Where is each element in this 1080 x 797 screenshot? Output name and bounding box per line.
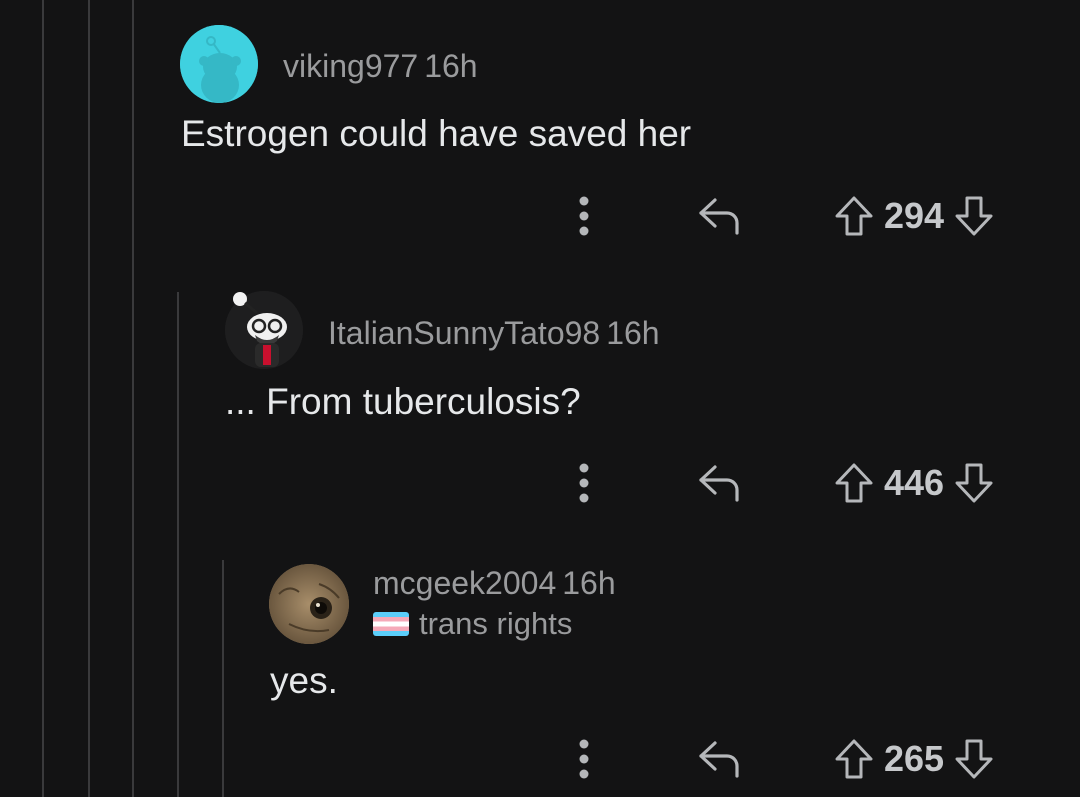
thread-line-5: [222, 560, 224, 797]
comment-body: Estrogen could have saved her: [181, 113, 692, 154]
reply-button[interactable]: [697, 196, 743, 236]
thread-line-4: [177, 292, 179, 797]
user-flair: trans rights: [373, 608, 572, 639]
downvote-arrow-icon[interactable]: [954, 462, 994, 504]
comment-time: 16h: [562, 565, 616, 601]
comment-body: yes.: [270, 660, 338, 701]
vote-controls: 265: [834, 738, 994, 780]
reply-icon: [699, 465, 739, 502]
author-name[interactable]: ItalianSunnyTato98: [328, 315, 600, 351]
downvote-arrow-icon[interactable]: [954, 195, 994, 237]
comment-header: ItalianSunnyTato98 16h: [328, 317, 660, 349]
snoo-glasses-avatar-icon[interactable]: [225, 291, 303, 369]
comment-header: viking977 16h: [283, 50, 478, 82]
author-name[interactable]: viking977: [283, 48, 418, 84]
snoo-avatar-icon[interactable]: [180, 25, 258, 103]
vote-count: 265: [884, 738, 945, 779]
vote-count: 446: [884, 462, 945, 503]
more-options-icon: [579, 196, 589, 236]
vote-count: 294: [884, 195, 945, 236]
downvote-arrow-icon[interactable]: [954, 738, 994, 780]
reply-button[interactable]: [697, 739, 743, 779]
vote-controls: 294: [834, 195, 994, 237]
reply-icon: [699, 741, 739, 778]
more-options-button[interactable]: [574, 738, 594, 780]
trans-flag-icon: [373, 611, 409, 636]
more-options-button[interactable]: [574, 462, 594, 504]
comment-body: ... From tuberculosis?: [225, 381, 581, 422]
thread-line-1: [42, 0, 44, 797]
vote-controls: 446: [834, 462, 994, 504]
comment-time: 16h: [424, 48, 478, 84]
thread-line-3: [132, 0, 134, 797]
comment-header: mcgeek2004 16h: [373, 567, 616, 599]
cat-photo-avatar-icon[interactable]: [269, 564, 349, 644]
more-options-icon: [579, 463, 589, 503]
flair-text: trans rights: [419, 606, 573, 641]
upvote-arrow-icon[interactable]: [834, 195, 874, 237]
more-options-icon: [579, 739, 589, 779]
upvote-arrow-icon[interactable]: [834, 738, 874, 780]
more-options-button[interactable]: [574, 195, 594, 237]
reply-icon: [699, 198, 739, 235]
author-name[interactable]: mcgeek2004: [373, 565, 556, 601]
reply-button[interactable]: [697, 463, 743, 503]
thread-line-2: [88, 0, 90, 797]
upvote-arrow-icon[interactable]: [834, 462, 874, 504]
comment-time: 16h: [606, 315, 660, 351]
